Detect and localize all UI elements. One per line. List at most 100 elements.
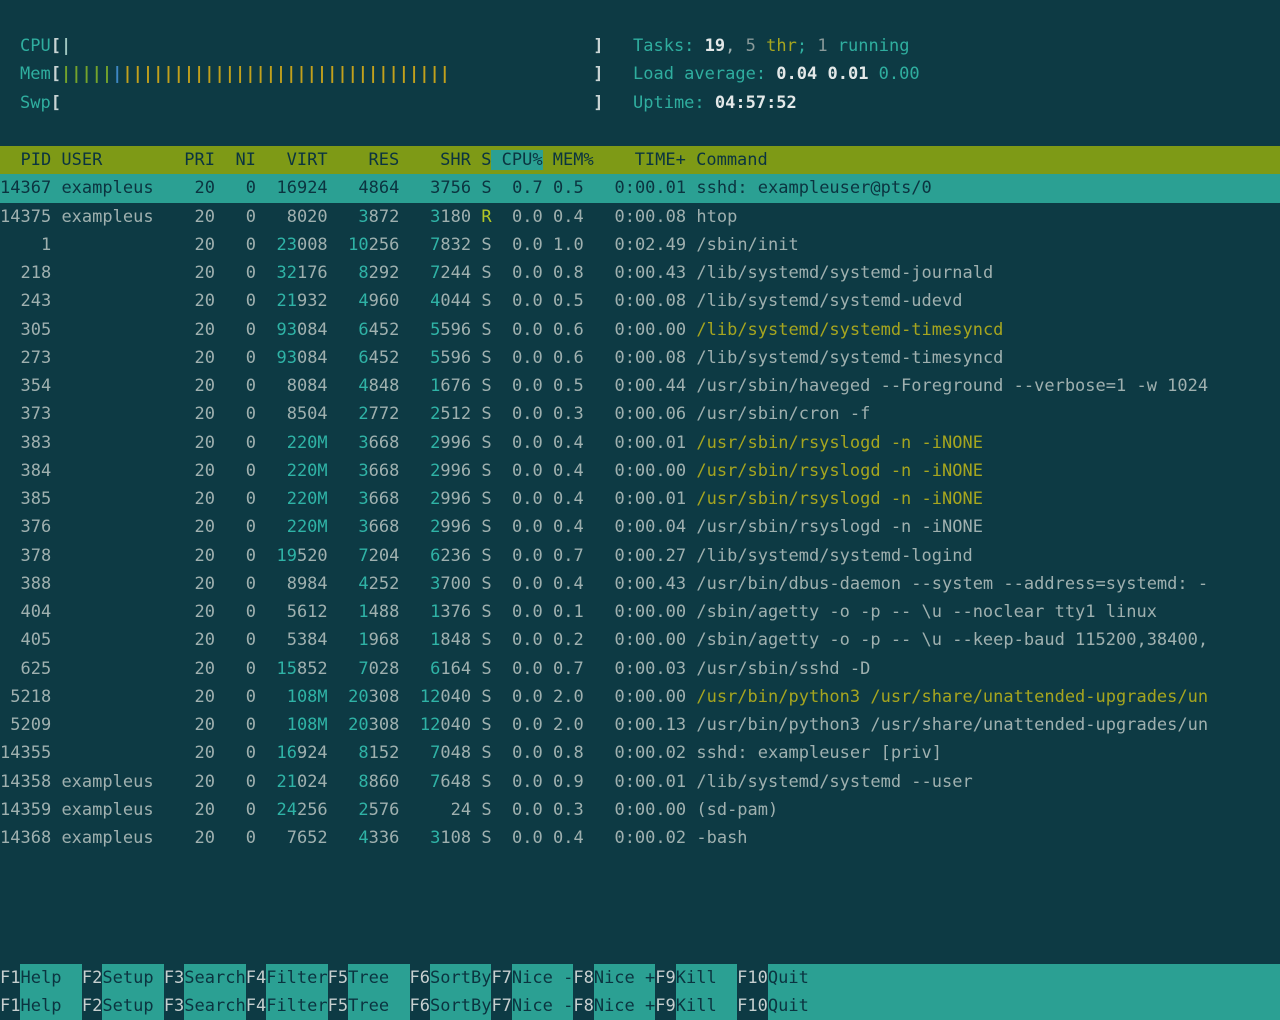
cell-time: 0:00.00 — [604, 461, 686, 481]
cell-user — [61, 263, 153, 283]
cell-cpu: 0.0 — [502, 800, 543, 820]
fkey-f7[interactable]: F7 — [491, 964, 511, 992]
swap-meter: Swp[ ] — [20, 89, 603, 117]
process-row[interactable]: 385 20 0 220M 3668 2996 S 0.0 0.4 0:00.0… — [0, 485, 1280, 513]
column-header-cpu[interactable]: CPU% — [491, 150, 542, 170]
column-header-shr[interactable]: SHR — [399, 150, 471, 170]
cell-time: 0:00.43 — [604, 263, 686, 283]
cell-res: 860 — [369, 772, 400, 792]
fkey-f9-label[interactable]: Kill — [676, 964, 737, 992]
cell-virt: 19 — [276, 546, 296, 566]
process-row[interactable]: 305 20 0 93084 6452 5596 S 0.0 0.6 0:00.… — [0, 316, 1280, 344]
cell-ni: 0 — [225, 404, 256, 424]
cell-cpu: 0.0 — [502, 433, 543, 453]
process-row[interactable]: 5218 20 0 108M 20308 12040 S 0.0 2.0 0:0… — [0, 683, 1280, 711]
fkey-f4-label[interactable]: Filter — [266, 964, 327, 992]
fkey-f6[interactable]: F6 — [410, 964, 430, 992]
process-row[interactable]: 243 20 0 21932 4960 4044 S 0.0 0.5 0:00.… — [0, 287, 1280, 315]
cell-shr: 044 — [440, 291, 471, 311]
cell-user — [61, 715, 153, 735]
cell-virt: 924 — [297, 743, 328, 763]
process-row[interactable]: 218 20 0 32176 8292 7244 S 0.0 0.8 0:00.… — [0, 259, 1280, 287]
cell-user — [61, 687, 153, 707]
process-row[interactable]: 405 20 0 5384 1968 1848 S 0.0 0.2 0:00.0… — [0, 626, 1280, 654]
column-header-pid[interactable]: PID — [0, 150, 51, 170]
cell-state: S — [481, 743, 491, 763]
cell-cpu: 0.0 — [502, 687, 543, 707]
cell-res: 960 — [369, 291, 400, 311]
cell-pri: 20 — [164, 602, 215, 622]
fkey-f10-label[interactable]: Quit — [768, 964, 1280, 992]
cpu-meter-label: CPU — [20, 36, 51, 56]
cell-shr: 676 — [440, 376, 471, 396]
cell-cpu: 0.0 — [502, 546, 543, 566]
fkey-f1[interactable]: F1 — [0, 964, 20, 992]
cell-cpu: 0.0 — [502, 517, 543, 537]
cell-pri: 20 — [164, 772, 215, 792]
fkey-f2[interactable]: F2 — [82, 964, 102, 992]
cell-res: 452 — [369, 320, 400, 340]
column-header-virt[interactable]: VIRT — [256, 150, 328, 170]
table-header: PID USER PRI NI VIRT RES SHR S CPU% MEM%… — [0, 146, 1280, 174]
fkey-f1-label[interactable]: Help — [20, 964, 81, 992]
process-row[interactable]: 14359 exampleus 20 0 24256 2576 24 S 0.0… — [0, 796, 1280, 824]
process-row[interactable]: 404 20 0 5612 1488 1376 S 0.0 0.1 0:00.0… — [0, 598, 1280, 626]
fkey-f10[interactable]: F10 — [737, 964, 768, 992]
cell-shr: 5 — [430, 320, 440, 340]
process-row[interactable]: 14368 exampleus 20 0 7652 4336 3108 S 0.… — [0, 824, 1280, 852]
process-row[interactable]: 14355 20 0 16924 8152 7048 S 0.0 0.8 0:0… — [0, 739, 1280, 767]
cell-res: 772 — [369, 404, 400, 424]
column-header-user[interactable]: USER — [51, 150, 153, 170]
fkey-f4-label: Filter — [266, 992, 327, 1020]
column-header-pri[interactable]: PRI — [154, 150, 215, 170]
process-row[interactable]: 376 20 0 220M 3668 2996 S 0.0 0.4 0:00.0… — [0, 513, 1280, 541]
process-row[interactable]: 378 20 0 19520 7204 6236 S 0.0 0.7 0:00.… — [0, 542, 1280, 570]
cell-ni: 0 — [225, 348, 256, 368]
process-row[interactable]: 354 20 0 8084 4848 1676 S 0.0 0.5 0:00.4… — [0, 372, 1280, 400]
process-row[interactable]: 625 20 0 15852 7028 6164 S 0.0 0.7 0:00.… — [0, 655, 1280, 683]
fkey-f2-label[interactable]: Setup — [102, 964, 163, 992]
cell-virt: 24 — [276, 800, 296, 820]
cell-res: 6 — [358, 348, 368, 368]
process-row[interactable]: 14367 exampleus 20 0 16924 4864 3756 S 0… — [0, 174, 1280, 202]
cell-mem: 0.3 — [553, 404, 594, 424]
process-row[interactable]: 384 20 0 220M 3668 2996 S 0.0 0.4 0:00.0… — [0, 457, 1280, 485]
fkey-f3-label[interactable]: Search — [184, 964, 245, 992]
cell-time: 0:00.08 — [604, 291, 686, 311]
tasks-line: Tasks: 19, 5 thr; 1 running — [633, 32, 920, 60]
cell-pri: 20 — [164, 687, 215, 707]
process-row[interactable]: 5209 20 0 108M 20308 12040 S 0.0 2.0 0:0… — [0, 711, 1280, 739]
cell-shr: 4 — [430, 291, 440, 311]
column-header-res[interactable]: RES — [328, 150, 400, 170]
tasks-label: Tasks: — [633, 36, 705, 56]
fkey-f8[interactable]: F8 — [573, 964, 593, 992]
process-row[interactable]: 383 20 0 220M 3668 2996 S 0.0 0.4 0:00.0… — [0, 429, 1280, 457]
cell-command: /usr/bin/python3 /usr/share/unattended-u… — [696, 687, 1208, 707]
cell-command: /sbin/agetty -o -p -- \u --keep-baud 115… — [696, 630, 1208, 650]
column-header-s[interactable]: S — [471, 150, 491, 170]
process-row[interactable]: 373 20 0 8504 2772 2512 S 0.0 0.3 0:00.0… — [0, 400, 1280, 428]
fkey-f6-label[interactable]: SortBy — [430, 964, 491, 992]
column-header-mem[interactable]: MEM% — [543, 150, 594, 170]
fkey-f5-label[interactable]: Tree — [348, 964, 409, 992]
fkey-f4[interactable]: F4 — [246, 964, 266, 992]
cell-time: 0:00.13 — [604, 715, 686, 735]
fkey-f9[interactable]: F9 — [655, 964, 675, 992]
process-row[interactable]: 1 20 0 23008 10256 7832 S 0.0 1.0 0:02.4… — [0, 231, 1280, 259]
process-row[interactable]: 14358 exampleus 20 0 21024 8860 7648 S 0… — [0, 768, 1280, 796]
fkey-f3[interactable]: F3 — [164, 964, 184, 992]
process-row[interactable]: 14375 exampleus 20 0 8020 3872 3180 R 0.… — [0, 203, 1280, 231]
column-header-time[interactable]: TIME+ — [594, 150, 686, 170]
cell-command: /usr/sbin/rsyslogd -n -iNONE — [696, 517, 983, 537]
cell-command: (sd-pam) — [696, 800, 778, 820]
cell-res: 8 — [358, 772, 368, 792]
column-header-command[interactable]: Command — [686, 150, 768, 170]
fkey-f8-label[interactable]: Nice + — [594, 964, 655, 992]
column-header-ni[interactable]: NI — [215, 150, 256, 170]
process-row[interactable]: 388 20 0 8984 4252 3700 S 0.0 0.4 0:00.4… — [0, 570, 1280, 598]
process-row[interactable]: 273 20 0 93084 6452 5596 S 0.0 0.6 0:00.… — [0, 344, 1280, 372]
cell-shr: 2 — [430, 489, 440, 509]
fkey-f7-label[interactable]: Nice - — [512, 964, 573, 992]
fkey-f5[interactable]: F5 — [328, 964, 348, 992]
cell-res: 668 — [369, 517, 400, 537]
